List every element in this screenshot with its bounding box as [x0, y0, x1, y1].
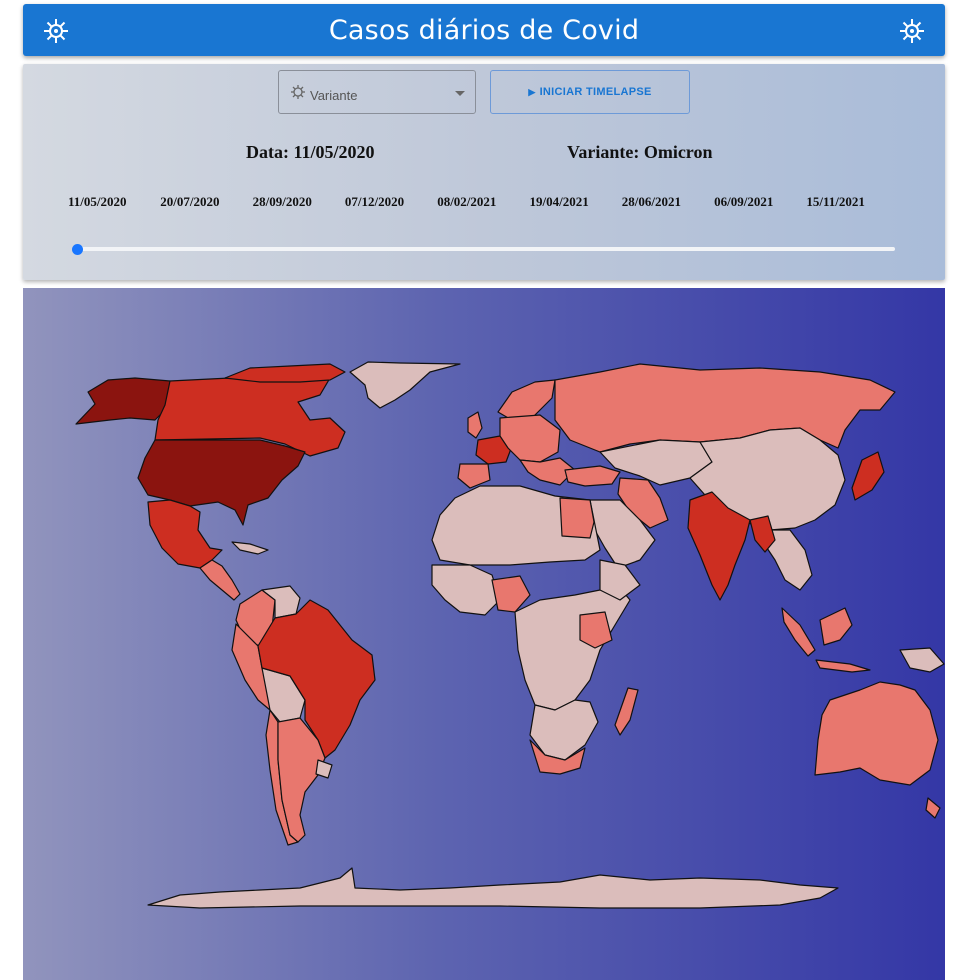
country-nigeria[interactable]	[491, 575, 531, 613]
country-uruguay[interactable]	[315, 759, 333, 779]
chevron-down-icon	[455, 91, 465, 96]
country-antarctica[interactable]	[147, 867, 839, 909]
start-timelapse-label: INICIAR TIMELAPSE	[539, 86, 652, 98]
world-map-svg	[75, 361, 945, 909]
virus-icon	[291, 85, 305, 99]
variant-select-placeholder: Variante	[310, 88, 358, 103]
country-indonesia-east[interactable]	[819, 607, 853, 646]
timeline-tick: 19/04/2021	[529, 194, 589, 209]
timeline-slider-track[interactable]	[77, 247, 895, 251]
country-japan[interactable]	[851, 451, 885, 501]
timeline-tick: 20/07/2020	[160, 194, 220, 209]
page-title: Casos diários de Covid	[328, 14, 640, 46]
country-caribbean[interactable]	[231, 541, 269, 555]
timeline-ticks: 11/05/2020 20/07/2020 28/09/2020 07/12/2020…	[60, 194, 922, 210]
country-uk[interactable]	[467, 411, 483, 439]
country-new-zealand[interactable]	[925, 797, 941, 819]
timeline-tick: 28/06/2021	[621, 194, 682, 209]
country-spain[interactable]	[457, 463, 491, 489]
timeline-tick: 08/02/2021	[437, 194, 497, 209]
virus-icon	[44, 19, 68, 43]
country-central-africa[interactable]	[514, 587, 631, 711]
country-madagascar[interactable]	[614, 687, 639, 736]
timeline-tick: 15/11/2021	[806, 194, 865, 209]
world-map	[23, 288, 945, 980]
timeline-tick: 07/12/2020	[344, 194, 405, 209]
country-canada-islands[interactable]	[224, 363, 346, 383]
country-west-africa[interactable]	[431, 564, 501, 616]
country-australia[interactable]	[814, 681, 939, 786]
country-russia[interactable]	[554, 363, 896, 453]
play-icon: ▶	[528, 86, 536, 97]
controls-panel: Variante ▶ INICIAR TIMELAPSE Data: 11/05…	[23, 64, 945, 280]
current-date: Data: 11/05/2020	[246, 142, 375, 162]
virus-icon	[900, 19, 924, 43]
country-turkey[interactable]	[564, 465, 621, 487]
country-egypt[interactable]	[559, 497, 595, 539]
country-central-america[interactable]	[199, 559, 241, 601]
timeline-tick: 28/09/2020	[252, 194, 312, 209]
timeline-tick: 06/09/2021	[714, 194, 774, 209]
country-indonesia-java[interactable]	[815, 659, 871, 673]
start-timelapse-button[interactable]: ▶ INICIAR TIMELAPSE	[490, 70, 690, 114]
timeline-slider-thumb[interactable]	[72, 244, 83, 255]
country-greenland[interactable]	[349, 361, 461, 409]
timeline-tick: 11/05/2020	[68, 194, 127, 209]
variant-select[interactable]: Variante	[278, 70, 476, 114]
app-bar: Casos diários de Covid	[23, 4, 945, 56]
country-papua[interactable]	[899, 647, 945, 673]
country-indonesia[interactable]	[781, 607, 816, 657]
country-mexico[interactable]	[147, 499, 223, 569]
current-variant: Variante: Omicron	[567, 142, 713, 162]
